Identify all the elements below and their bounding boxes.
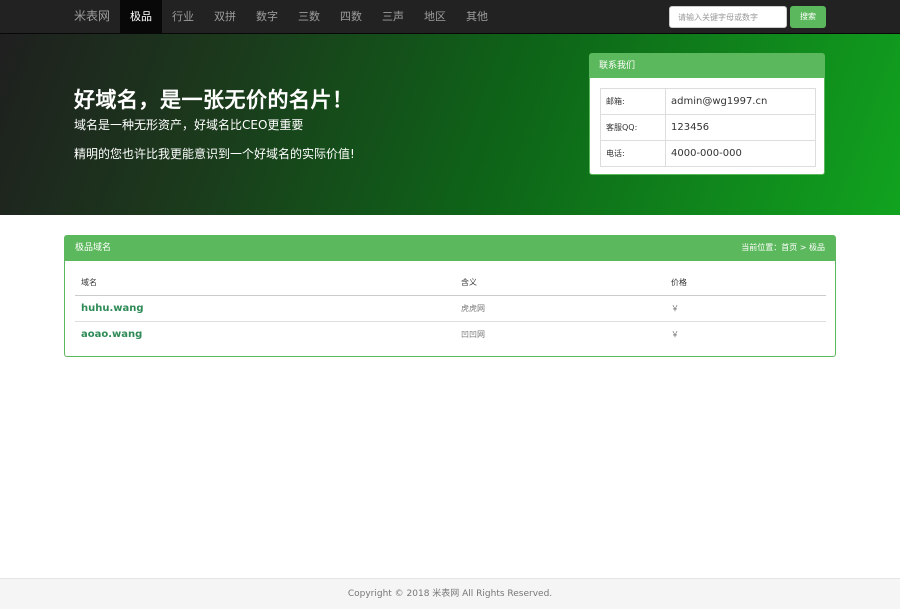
contact-panel: 联系我们 邮箱: admin@wg1997.cn 客服QQ: 123456 电话… (589, 53, 825, 175)
search-button[interactable]: 搜索 (790, 6, 826, 28)
contact-table: 邮箱: admin@wg1997.cn 客服QQ: 123456 电话: 400… (600, 88, 816, 167)
domain-table: 域名 含义 价格 huhu.wang 虎虎网 ￥ aoao.wang 凹凹网 ￥ (75, 271, 826, 347)
panel-header: 极品域名 当前位置：首页 > 极品 (65, 236, 835, 261)
domain-link[interactable]: huhu.wang (75, 295, 455, 322)
domain-meaning: 虎虎网 (455, 295, 665, 322)
table-row[interactable]: aoao.wang 凹凹网 ￥ (75, 321, 826, 347)
brand-logo[interactable]: 米表网 (74, 0, 110, 33)
nav-item[interactable]: 其他 (456, 0, 498, 33)
contact-value: admin@wg1997.cn (665, 88, 816, 115)
contact-key: 电话: (600, 140, 666, 167)
contact-value: 4000-000-000 (665, 140, 816, 167)
table-header-row: 域名 含义 价格 (75, 271, 826, 296)
breadcrumb[interactable]: 当前位置：首页 > 极品 (741, 236, 825, 259)
column-header-domain: 域名 (75, 271, 455, 296)
contact-key: 客服QQ: (600, 114, 666, 141)
top-navbar: 米表网 极品行业双拼数字三数四数三声地区其他 搜索 (0, 0, 900, 34)
column-header-meaning: 含义 (455, 271, 665, 296)
domain-list-panel: 极品域名 当前位置：首页 > 极品 域名 含义 价格 huhu.wang 虎虎网… (64, 235, 836, 357)
nav-item[interactable]: 双拼 (204, 0, 246, 33)
hero-banner: 好域名，是一张无价的名片！ 域名是一种无形资产，好域名比CEO更重要 精明的您也… (0, 34, 900, 215)
domain-price: ￥ (665, 295, 826, 322)
contact-row-email: 邮箱: admin@wg1997.cn (600, 88, 816, 115)
contact-row-qq: 客服QQ: 123456 (600, 114, 816, 141)
nav-item[interactable]: 极品 (120, 0, 162, 33)
hero-subtitle: 域名是一种无形资产，好域名比CEO更重要 (74, 118, 304, 132)
contact-panel-title: 联系我们 (590, 54, 824, 78)
nav-item[interactable]: 三数 (288, 0, 330, 33)
contact-key: 邮箱: (600, 88, 666, 115)
main-nav: 极品 行业 双拼 数字 三数 四数 三声 地区 其他 (120, 0, 498, 33)
nav-item[interactable]: 三声 (372, 0, 414, 33)
domain-meaning: 凹凹网 (461, 329, 485, 339)
column-header-price: 价格 (665, 271, 826, 296)
hero-subtitle-secondary: 精明的您也许比我更能意识到一个好域名的实际价值! (74, 147, 355, 161)
nav-item[interactable]: 地区 (414, 0, 456, 33)
nav-item[interactable]: 数字 (246, 0, 288, 33)
hero-title: 好域名，是一张无价的名片！ (74, 88, 354, 112)
panel-title: 极品域名 (75, 243, 112, 253)
nav-item[interactable]: 四数 (330, 0, 372, 33)
nav-item[interactable]: 行业 (162, 0, 204, 33)
domain-price: ￥ (671, 329, 679, 339)
contact-row-phone: 电话: 4000-000-000 (600, 140, 816, 167)
domain-link[interactable]: aoao.wang (75, 321, 455, 347)
page-footer: Copyright © 2018 米表网 All Rights Reserved… (0, 578, 900, 609)
search-input[interactable] (669, 6, 787, 28)
contact-value: 123456 (665, 114, 816, 141)
table-row[interactable]: huhu.wang 虎虎网 ￥ (75, 295, 826, 322)
